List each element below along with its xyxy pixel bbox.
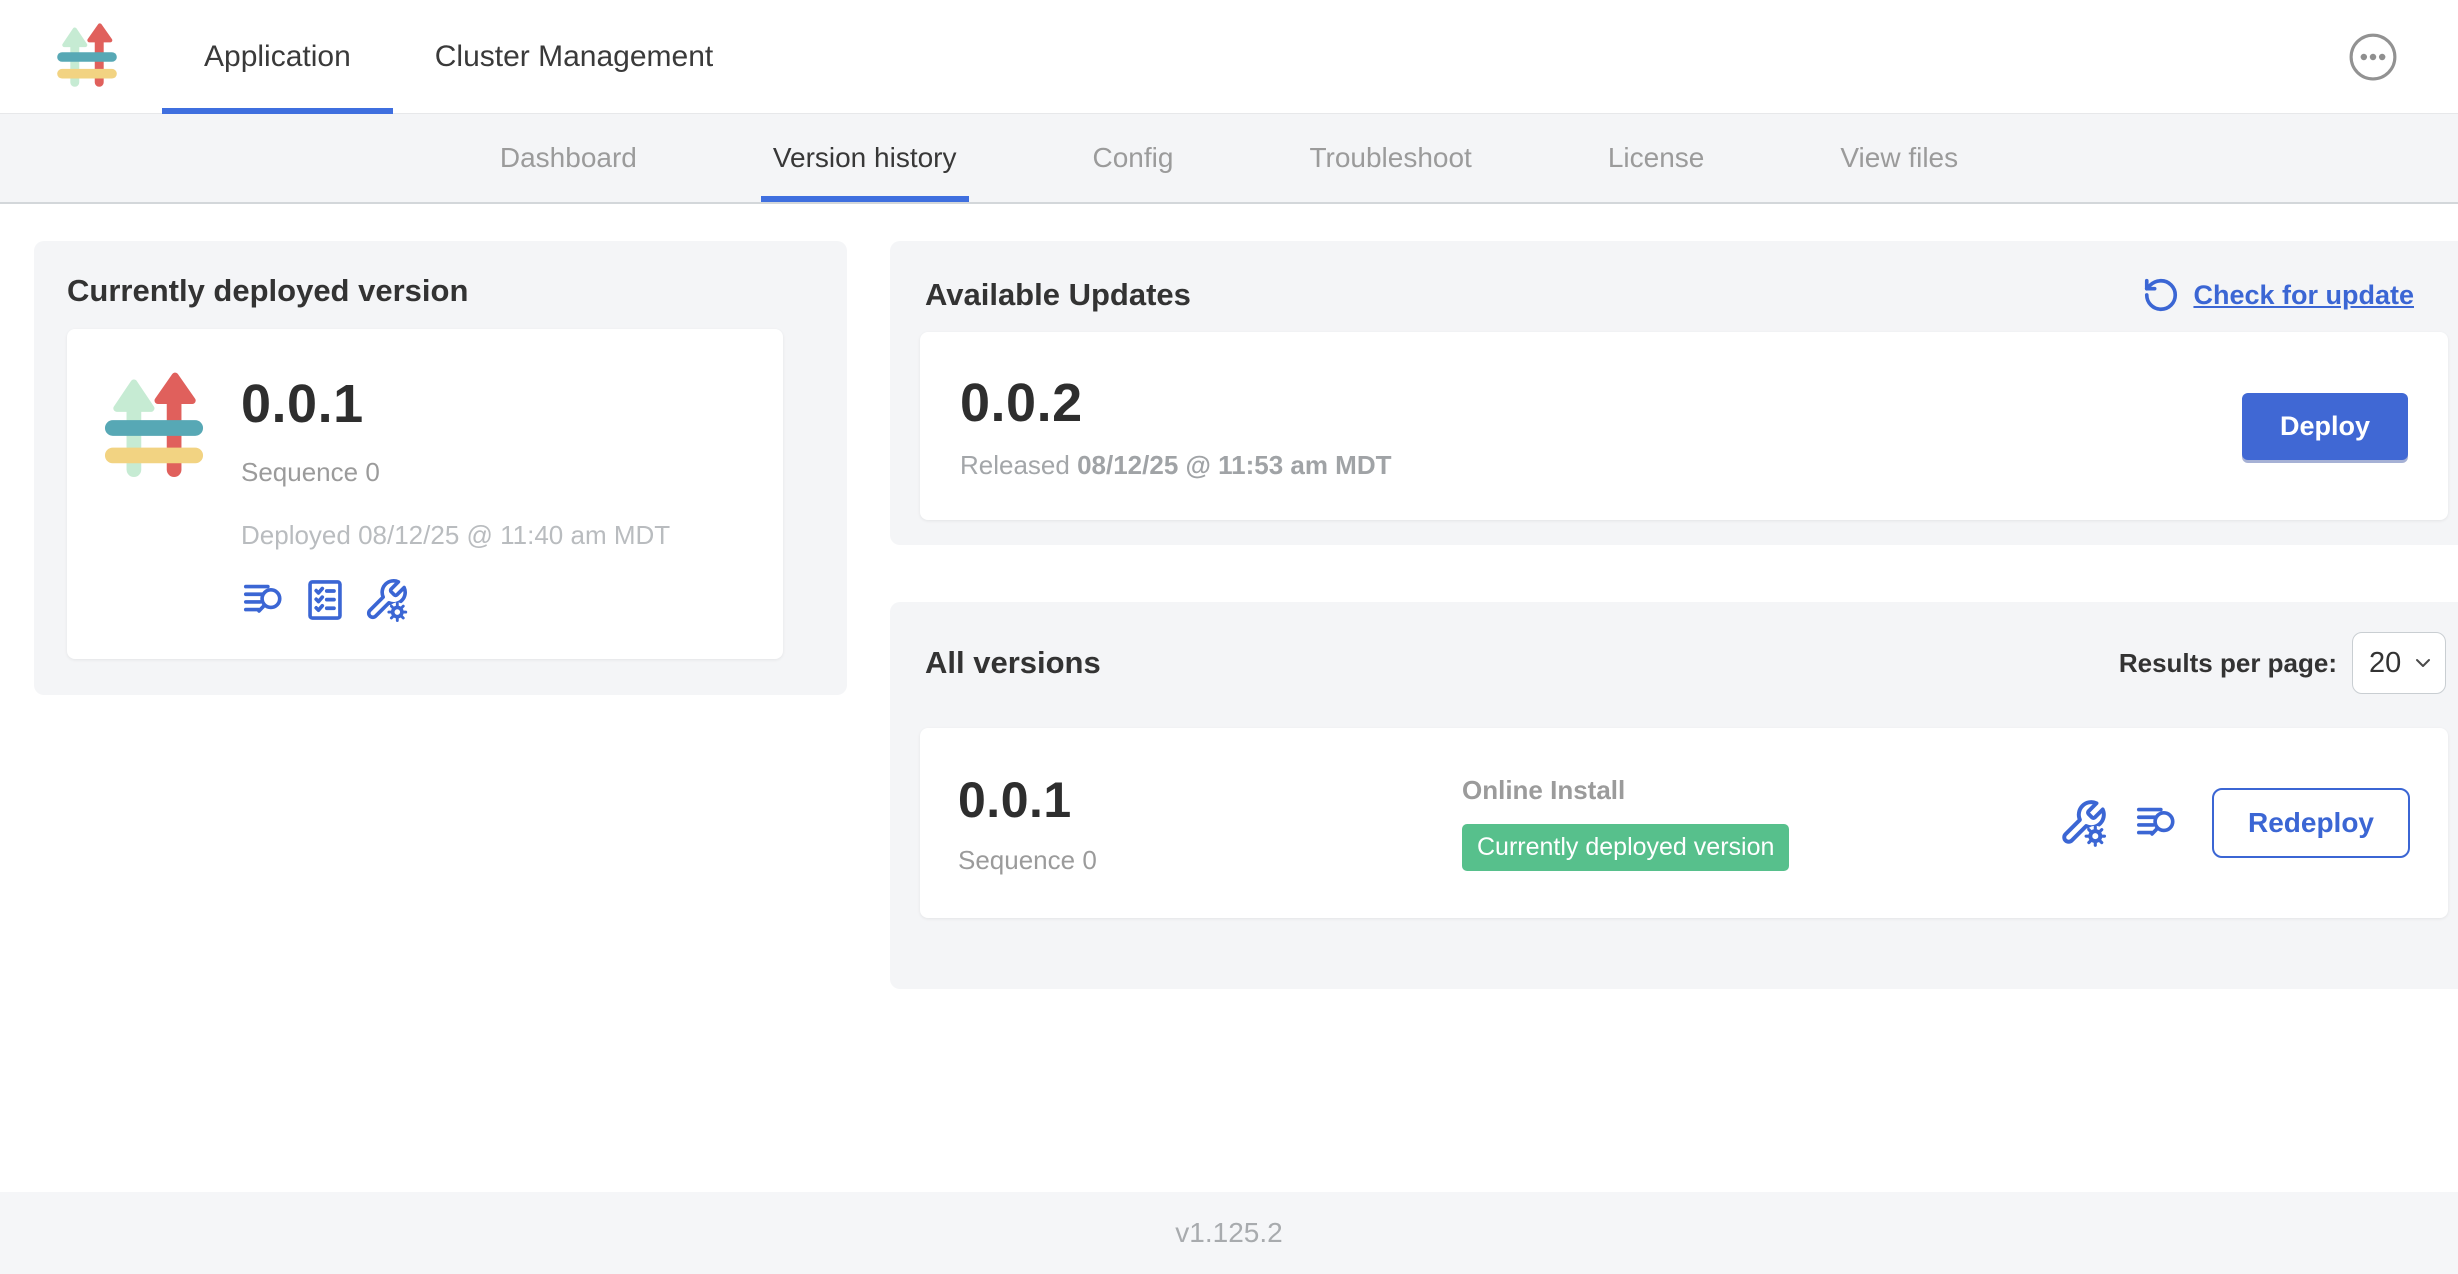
subnav-version-history-label: Version history [773, 142, 957, 174]
edit-config-button[interactable] [363, 577, 409, 623]
status-badge: Currently deployed version [1462, 824, 1789, 871]
all-versions-header: All versions Results per page: 20 [925, 632, 2446, 694]
version-row-info: 0.0.1 Sequence 0 [958, 771, 1097, 876]
deployed-sequence: Sequence 0 [241, 457, 670, 488]
check-for-update-link[interactable]: Check for update [2142, 276, 2414, 314]
subnav-view-files-label: View files [1840, 142, 1958, 174]
all-versions-title: All versions [925, 645, 1101, 681]
redeploy-button[interactable]: Redeploy [2212, 788, 2410, 858]
version-row: 0.0.1 Sequence 0 Online Install Currentl… [920, 728, 2448, 918]
tab-cluster-management-label: Cluster Management [435, 40, 713, 74]
row-edit-config-button[interactable] [2058, 798, 2108, 848]
top-navigation-bar: Application Cluster Management [0, 0, 2458, 114]
results-per-page-value: 20 [2369, 647, 2401, 680]
app-subnav: Dashboard Version history Config Trouble… [0, 114, 2458, 204]
arrows-hash-logo-icon [56, 22, 118, 92]
available-updates-card: Available Updates Check for update 0.0.2… [890, 241, 2458, 545]
config-wrench-icon [363, 577, 409, 623]
config-wrench-icon [2058, 798, 2108, 848]
install-type: Online Install [1462, 775, 1789, 806]
console-footer: v1.125.2 [0, 1192, 2458, 1274]
update-version-number: 0.0.2 [960, 372, 1392, 434]
subnav-config[interactable]: Config [1093, 114, 1174, 202]
subnav-troubleshoot-label: Troubleshoot [1309, 142, 1471, 174]
available-updates-title: Available Updates [925, 277, 1191, 313]
app-logo-icon [103, 371, 205, 485]
logs-icon [241, 577, 287, 623]
version-row-status: Online Install Currently deployed versio… [1462, 775, 1789, 871]
available-updates-header: Available Updates Check for update [925, 276, 2414, 314]
deployed-version-number: 0.0.1 [241, 373, 670, 435]
subnav-license-label: License [1608, 142, 1705, 174]
preflight-checks-button[interactable] [302, 577, 348, 623]
tab-cluster-management[interactable]: Cluster Management [393, 0, 755, 113]
deployed-version-panel: 0.0.1 Sequence 0 Deployed 08/12/25 @ 11:… [67, 329, 783, 659]
update-released-timestamp: Released 08/12/25 @ 11:53 am MDT [960, 450, 1392, 481]
tab-application-label: Application [204, 40, 351, 74]
currently-deployed-card: Currently deployed version 0.0.1 Sequenc… [34, 241, 847, 695]
subnav-config-label: Config [1093, 142, 1174, 174]
version-history-page: Currently deployed version 0.0.1 Sequenc… [0, 204, 2458, 1192]
row-version-number: 0.0.1 [958, 771, 1097, 829]
deployed-card-title: Currently deployed version [67, 273, 468, 309]
row-sequence: Sequence 0 [958, 845, 1097, 876]
row-view-logs-button[interactable] [2134, 800, 2180, 846]
kots-admin-console: Application Cluster Management Dashboard… [0, 0, 2458, 1274]
more-menu-button[interactable] [2348, 32, 2398, 82]
released-prefix: Released [960, 450, 1077, 480]
results-per-page: Results per page: 20 [2119, 632, 2446, 694]
subnav-dashboard-label: Dashboard [500, 142, 637, 174]
deploy-button[interactable]: Deploy [2242, 393, 2408, 460]
view-logs-button[interactable] [241, 577, 287, 623]
all-versions-card: All versions Results per page: 20 0.0.1 … [890, 602, 2458, 989]
ellipsis-circle-icon [2348, 32, 2398, 82]
subnav-version-history[interactable]: Version history [773, 114, 957, 202]
update-row: 0.0.2 Released 08/12/25 @ 11:53 am MDT D… [920, 332, 2448, 520]
deployed-version-info: 0.0.1 Sequence 0 Deployed 08/12/25 @ 11:… [241, 365, 670, 659]
subnav-license[interactable]: License [1608, 114, 1705, 202]
check-for-update-label: Check for update [2193, 280, 2414, 311]
chevron-down-icon [2411, 651, 2435, 675]
results-per-page-label: Results per page: [2119, 648, 2337, 679]
preflight-checks-icon [302, 577, 348, 623]
subnav-dashboard[interactable]: Dashboard [500, 114, 637, 202]
deployed-version-actions [241, 577, 670, 623]
update-info: 0.0.2 Released 08/12/25 @ 11:53 am MDT [960, 372, 1392, 481]
app-logo [56, 0, 118, 113]
deployed-timestamp: Deployed 08/12/25 @ 11:40 am MDT [241, 520, 670, 551]
refresh-ccw-icon [2142, 276, 2180, 314]
subnav-view-files[interactable]: View files [1840, 114, 1958, 202]
results-per-page-select[interactable]: 20 [2352, 632, 2446, 694]
console-version: v1.125.2 [1175, 1217, 1282, 1249]
logs-icon [2134, 800, 2180, 846]
version-row-actions: Redeploy [2058, 788, 2410, 858]
tab-application[interactable]: Application [162, 0, 393, 113]
subnav-troubleshoot[interactable]: Troubleshoot [1309, 114, 1471, 202]
released-date: 08/12/25 @ 11:53 am MDT [1077, 450, 1391, 480]
